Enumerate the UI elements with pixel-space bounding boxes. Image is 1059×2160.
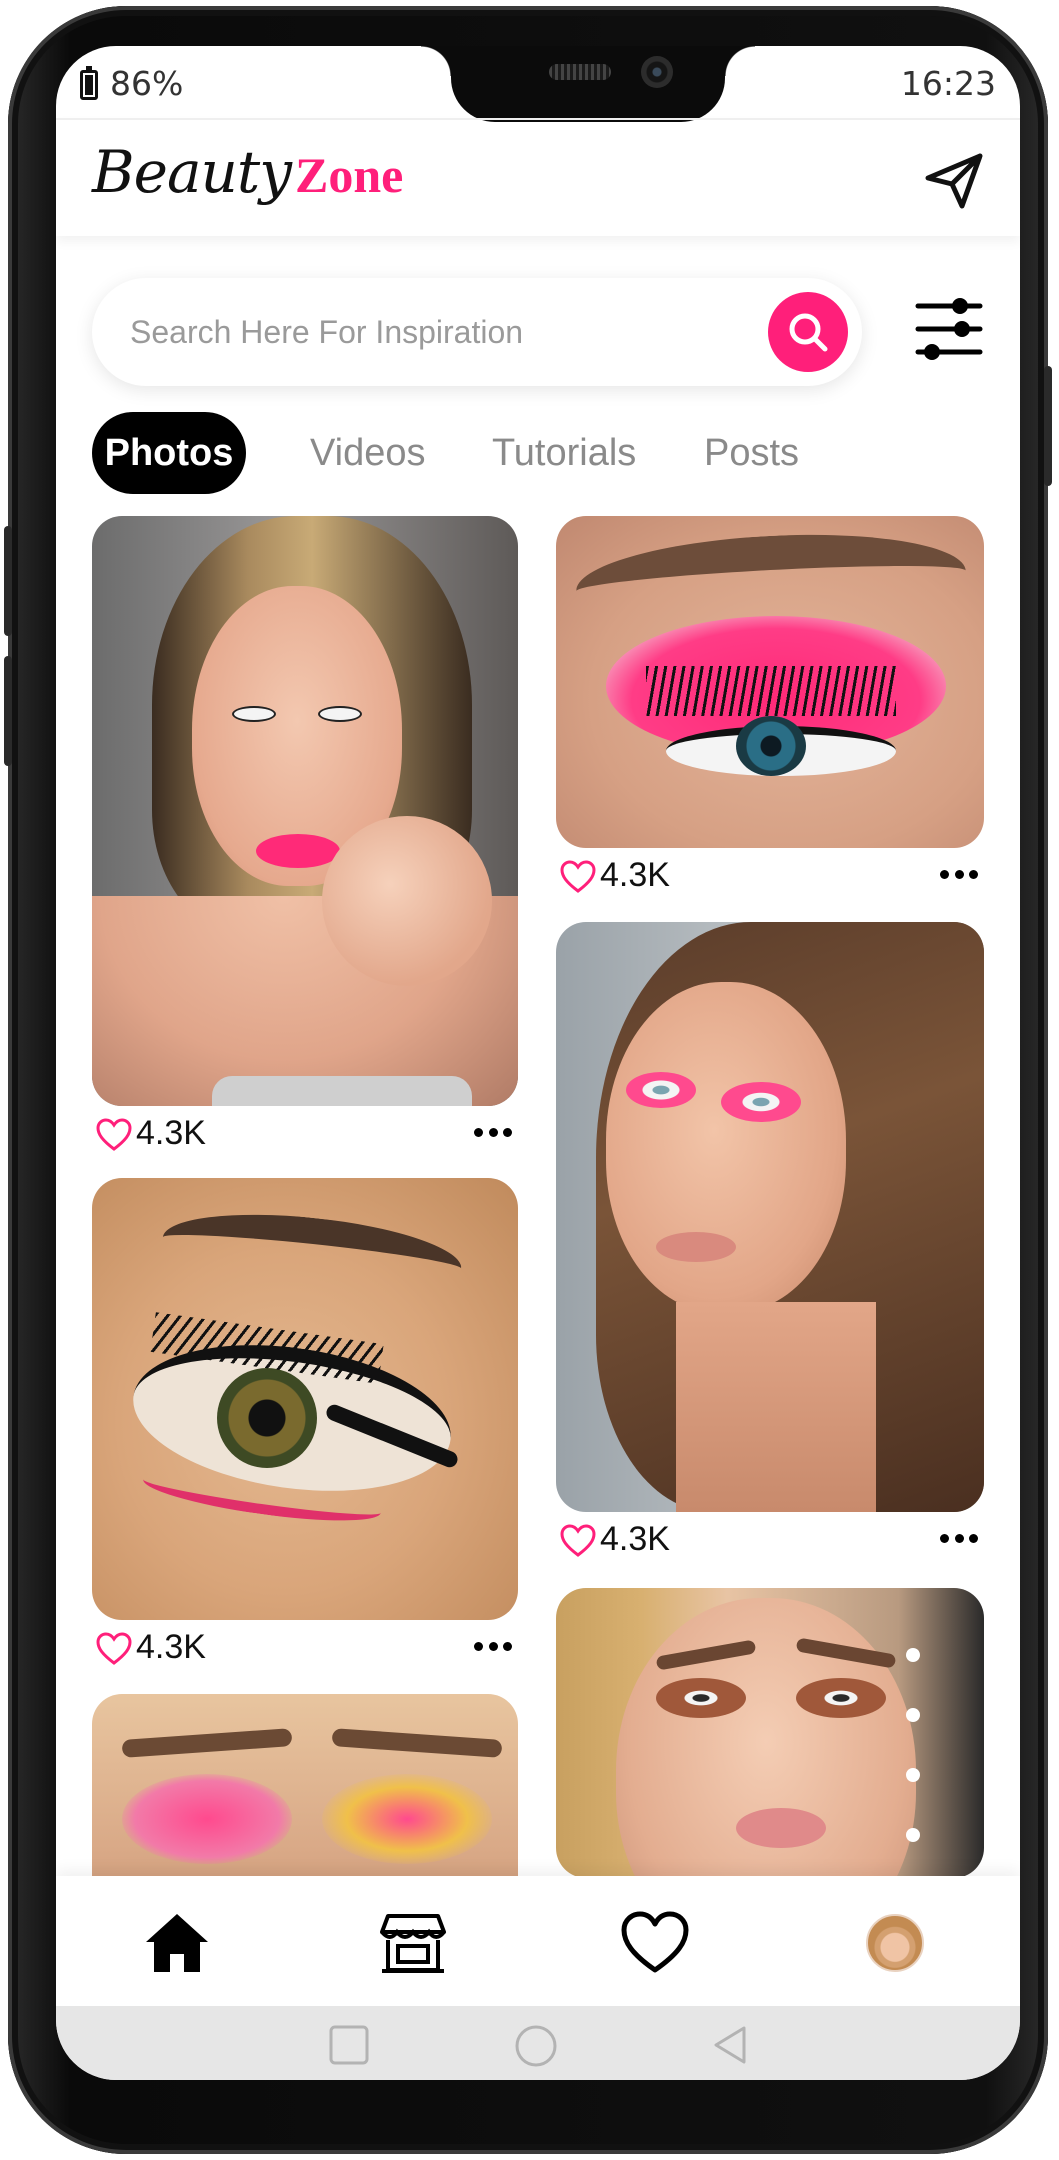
photo-card[interactable]: 4.3K [556,516,984,904]
heart-icon[interactable] [96,1118,132,1152]
back-icon[interactable] [710,2024,750,2066]
profile-avatar[interactable] [866,1914,924,1972]
more-options-icon[interactable] [940,1534,978,1544]
photo-card[interactable] [92,1694,518,1876]
photo-eye-winged-liner[interactable] [92,1178,518,1620]
screen: 86% 16:23 Beauty Zone Search Here For In… [56,46,1020,2080]
photo-portrait-wavy-hair[interactable] [556,922,984,1512]
likes-count: 4.3K [600,856,670,894]
volume-button [4,656,12,766]
photo-card-meta: 4.3K [556,848,984,904]
more-options-icon[interactable] [474,1128,512,1138]
photo-portrait-glow[interactable] [556,1588,984,1876]
logo-beauty-text: Beauty [92,138,292,206]
sliders-icon[interactable] [914,294,984,364]
tab-videos[interactable]: Videos [310,412,426,494]
app-logo[interactable]: Beauty Zone [92,138,403,228]
photo-card[interactable]: 4.3K [556,922,984,1568]
search-input[interactable] [130,306,690,358]
photo-card-meta: 4.3K [556,1512,984,1568]
volume-button [4,526,12,636]
tab-tutorials[interactable]: Tutorials [492,412,636,494]
power-button [1044,366,1052,486]
photo-card[interactable]: 4.3K [92,516,518,1162]
heart-icon[interactable] [560,1524,596,1558]
tab-photos[interactable]: Photos [92,412,246,494]
photo-card-meta: 4.3K [92,1106,518,1162]
heart-icon[interactable] [560,860,596,894]
recent-apps-icon[interactable] [328,2024,370,2066]
photo-card-meta: 4.3K [92,1620,518,1676]
paper-plane-icon[interactable] [924,152,984,210]
notch [421,46,755,122]
home-button-icon[interactable] [514,2024,558,2068]
more-options-icon[interactable] [474,1642,512,1652]
battery-level: 86% [110,64,184,103]
nav-home[interactable] [142,1910,212,1976]
photo-pink-eyeshadow[interactable] [92,1694,518,1876]
photo-feed: 4.3K 4.3K 4.3K 4.3K [56,516,1020,1876]
clock: 16:23 [900,64,996,103]
home-icon [146,1914,208,1972]
system-navigation-bar [56,2006,1020,2080]
heart-icon [621,1911,689,1973]
search-bar [92,278,862,386]
nav-favorites[interactable] [620,1910,690,1976]
app-header: Beauty Zone [56,118,1020,236]
content-tabs: Photos Videos Tutorials Posts [92,412,992,494]
phone-frame: 86% 16:23 Beauty Zone Search Here For In… [4,6,1052,2154]
likes-count: 4.3K [136,1114,206,1152]
battery-icon [80,66,98,100]
logo-zone-text: Zone [294,147,404,203]
nav-store[interactable] [378,1910,448,1976]
search-icon [789,313,828,352]
photo-card[interactable]: 4.3K [92,1178,518,1676]
likes-count: 4.3K [136,1628,206,1666]
bottom-navigation [56,1876,1020,2006]
front-camera [641,56,673,88]
heart-icon[interactable] [96,1632,132,1666]
likes-count: 4.3K [600,1520,670,1558]
photo-eye-pink-eyeshadow[interactable] [556,516,984,848]
photo-card[interactable] [556,1588,984,1876]
search-button[interactable] [768,292,848,372]
store-icon [380,1914,446,1973]
tab-posts[interactable]: Posts [704,412,799,494]
speaker-grille [549,64,611,80]
photo-portrait-pink-lips[interactable] [92,516,518,1106]
more-options-icon[interactable] [940,870,978,880]
